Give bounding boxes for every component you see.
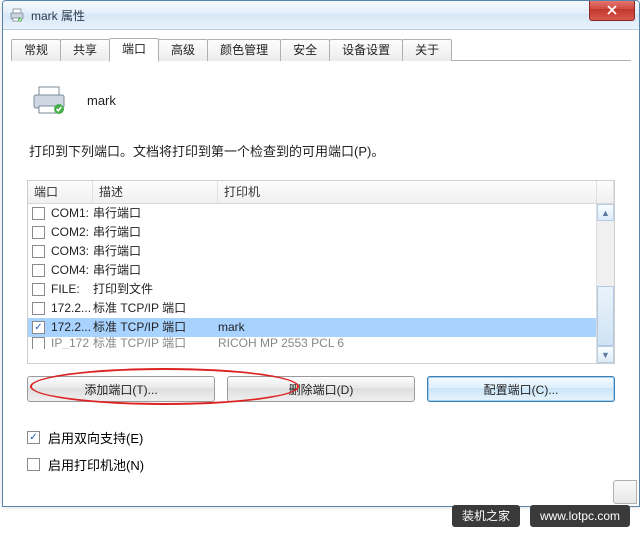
printer-properties-dialog: mark 属性 常规 共享 端口 高级 颜色管理 安全 设备设置 关于 <box>2 0 640 507</box>
port-checkbox[interactable]: ✓ <box>32 321 45 334</box>
port-row[interactable]: FILE: 打印到文件 <box>28 280 614 299</box>
port-desc: 串行端口 <box>93 204 218 223</box>
ports-list[interactable]: COM1:串行端口COM2:串行端口COM3:串行端口COM4:串行端口FILE… <box>28 204 614 349</box>
tab-advanced[interactable]: 高级 <box>158 39 208 61</box>
printer-name: mark <box>87 93 116 108</box>
col-port[interactable]: 端口 <box>28 181 93 203</box>
port-row[interactable]: 172.2...标准 TCP/IP 端口 <box>28 299 614 318</box>
port-checkbox[interactable] <box>32 226 45 239</box>
watermark-b: www.lotpc.com <box>530 505 630 527</box>
tab-device[interactable]: 设备设置 <box>329 39 403 61</box>
port-name: 172.2... <box>51 299 91 318</box>
tab-ports[interactable]: 端口 <box>109 38 159 62</box>
ports-header[interactable]: 端口 描述 打印机 <box>28 181 614 204</box>
tab-sharing[interactable]: 共享 <box>60 39 110 61</box>
port-row[interactable]: COM4:串行端口 <box>28 261 614 280</box>
port-row[interactable]: COM2:串行端口 <box>28 223 614 242</box>
header-scroll-gap <box>597 181 614 203</box>
tab-about[interactable]: 关于 <box>402 39 452 61</box>
port-row[interactable]: COM1:串行端口 <box>28 204 614 223</box>
port-desc: 串行端口 <box>93 223 218 242</box>
port-name: IP_172 <box>51 334 89 350</box>
port-checkbox[interactable] <box>32 302 45 315</box>
scroll-track[interactable] <box>597 221 614 346</box>
ports-instruction: 打印到下列端口。文档将打印到第一个检查到的可用端口(P)。 <box>29 141 615 160</box>
port-desc: 打印到文件 <box>93 280 218 299</box>
partial-button[interactable] <box>613 480 637 504</box>
port-name: FILE: <box>51 280 80 299</box>
port-desc: 串行端口 <box>93 242 218 261</box>
port-row[interactable]: COM3:串行端口 <box>28 242 614 261</box>
titlebar[interactable]: mark 属性 <box>3 1 639 30</box>
col-desc[interactable]: 描述 <box>93 181 218 203</box>
close-button[interactable] <box>589 0 635 21</box>
port-checkbox[interactable] <box>32 245 45 258</box>
ports-list-panel: 端口 描述 打印机 COM1:串行端口COM2:串行端口COM3:串行端口COM… <box>27 180 615 364</box>
tab-content: mark 打印到下列端口。文档将打印到第一个检查到的可用端口(P)。 端口 描述… <box>3 61 639 486</box>
printer-icon <box>9 7 25 23</box>
tab-security[interactable]: 安全 <box>280 39 330 61</box>
scroll-thumb[interactable] <box>597 286 614 346</box>
tab-color[interactable]: 颜色管理 <box>207 39 281 61</box>
pool-checkbox[interactable] <box>27 458 40 471</box>
watermark-a: 装机之家 <box>452 505 520 527</box>
bidi-checkbox[interactable]: ✓ <box>27 431 40 444</box>
port-checkbox[interactable] <box>32 207 45 220</box>
ports-scrollbar[interactable]: ▲ ▼ <box>596 204 614 363</box>
port-desc: 标准 TCP/IP 端口 <box>93 334 218 350</box>
close-icon <box>606 4 618 16</box>
tabstrip: 常规 共享 端口 高级 颜色管理 安全 设备设置 关于 <box>11 38 631 61</box>
port-name: COM2: <box>51 223 89 242</box>
port-name: COM1: <box>51 204 89 223</box>
col-printer[interactable]: 打印机 <box>218 181 597 203</box>
scroll-up-button[interactable]: ▲ <box>597 204 614 221</box>
config-port-button[interactable]: 配置端口(C)... <box>427 376 615 402</box>
port-desc: 串行端口 <box>93 261 218 280</box>
add-port-button[interactable]: 添加端口(T)... <box>27 376 215 402</box>
port-checkbox[interactable] <box>32 264 45 277</box>
bidi-label: 启用双向支持(E) <box>48 428 143 447</box>
port-printer: RICOH MP 2553 PCL 6 <box>218 334 614 350</box>
port-desc: 标准 TCP/IP 端口 <box>93 299 218 318</box>
printer-large-icon <box>31 85 67 115</box>
window-title: mark 属性 <box>31 7 85 24</box>
port-name: COM3: <box>51 242 89 261</box>
port-row[interactable]: IP_172标准 TCP/IP 端口RICOH MP 2553 PCL 6 <box>28 337 614 349</box>
tab-general[interactable]: 常规 <box>11 39 61 61</box>
scroll-down-button[interactable]: ▼ <box>597 346 614 363</box>
port-checkbox[interactable] <box>32 337 45 350</box>
port-name: COM4: <box>51 261 89 280</box>
delete-port-button[interactable]: 删除端口(D) <box>227 376 415 402</box>
pool-label: 启用打印机池(N) <box>48 455 144 474</box>
port-checkbox[interactable] <box>32 283 45 296</box>
